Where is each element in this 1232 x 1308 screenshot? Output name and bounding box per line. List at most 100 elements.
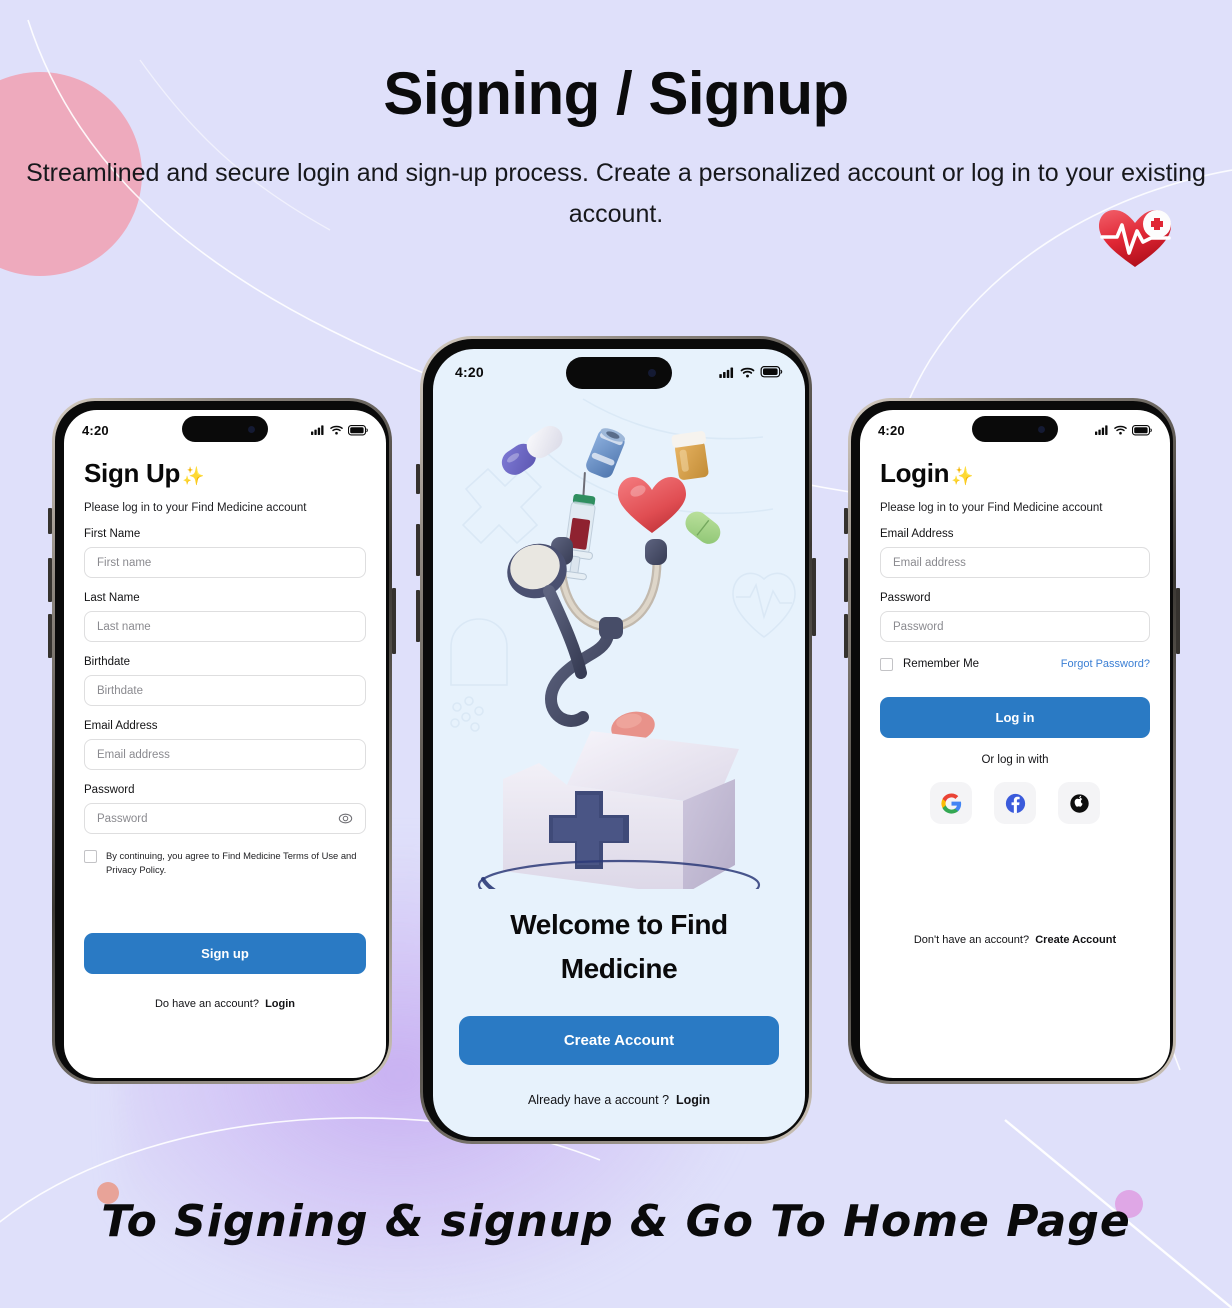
signup-subtitle: Please log in to your Find Medicine acco… (84, 502, 307, 514)
status-time: 4:20 (82, 422, 109, 438)
medical-kit-illustration (450, 398, 796, 889)
mute-switch[interactable] (48, 508, 52, 534)
birthdate-input[interactable]: Birthdate (84, 675, 366, 706)
email-label: Email Address (84, 720, 158, 732)
dynamic-island (182, 416, 268, 442)
power-button[interactable] (812, 558, 816, 636)
facebook-login-button[interactable] (994, 782, 1036, 824)
password-placeholder: Password (97, 812, 148, 825)
mute-switch[interactable] (416, 464, 420, 494)
google-login-button[interactable] (930, 782, 972, 824)
volume-down-button[interactable] (416, 590, 420, 642)
wifi-icon (740, 367, 755, 377)
birthdate-placeholder: Birthdate (97, 684, 144, 697)
eye-icon[interactable] (338, 811, 353, 826)
last-name-input[interactable]: Last name (84, 611, 366, 642)
welcome-footer-prompt: Already have a account ? (527, 1093, 670, 1107)
create-account-button[interactable]: Create Account (459, 1016, 779, 1065)
welcome-footer-note: Already have a account ? Login (459, 1093, 779, 1107)
signup-screen: 4:20 Sign Up ✨ Please log in to your Fin… (64, 410, 386, 1078)
login-title-text: Login (880, 458, 950, 488)
battery-icon (760, 366, 783, 378)
last-name-label: Last Name (84, 592, 140, 604)
login-title: Login ✨ (880, 458, 1150, 489)
remember-me-label: Remember Me (903, 658, 980, 670)
sparkles-icon: ✨ (182, 466, 205, 486)
login-email-input[interactable]: Email address (880, 547, 1150, 578)
welcome-title: Welcome to Find Medicine (510, 909, 728, 984)
google-icon (940, 792, 961, 814)
phone-device-login: 4:20 Login ✨ Please log in to your Find … (844, 398, 1180, 1084)
volume-down-button[interactable] (844, 614, 848, 658)
welcome-footer-login-link[interactable]: Login (676, 1093, 710, 1107)
apple-icon (1069, 793, 1089, 813)
status-time: 4:20 (878, 422, 905, 438)
signup-footer-prompt: Do have an account? (154, 998, 259, 1011)
remember-me-control[interactable]: Remember Me (880, 657, 979, 671)
power-button[interactable] (1176, 588, 1180, 654)
signup-footer-login-link[interactable]: Login (265, 998, 295, 1010)
status-icons (311, 424, 368, 436)
first-name-label: First Name (84, 528, 141, 540)
heart-pulse-logo (1093, 205, 1179, 271)
last-name-placeholder: Last name (97, 620, 151, 633)
battery-icon (1132, 424, 1152, 435)
battery-icon (348, 424, 368, 435)
phone-device-welcome: 4:20 Welcome to Find Medicine Create Acc… (416, 336, 816, 1144)
phone-device-signup: 4:20 Sign Up ✨ Please log in to your Fin… (48, 398, 396, 1084)
password-input[interactable]: Password (84, 803, 366, 834)
login-screen: 4:20 Login ✨ Please log in to your Find … (860, 410, 1170, 1078)
cellular-icon (719, 366, 734, 378)
login-email-label: Email Address (880, 528, 954, 540)
front-camera-icon (1038, 425, 1045, 433)
email-placeholder: Email address (97, 748, 170, 761)
page-header: Signing / Signup Streamlined and secure … (0, 0, 1232, 235)
status-time: 4:20 (455, 364, 484, 380)
email-input[interactable]: Email address (84, 739, 366, 770)
remember-row: Remember Me Forgot Password? (880, 657, 1150, 671)
power-button[interactable] (392, 588, 396, 654)
social-login-row (880, 782, 1150, 824)
volume-up-button[interactable] (844, 558, 848, 602)
first-name-input[interactable]: First name (84, 547, 366, 578)
login-password-input[interactable]: Password (880, 611, 1150, 642)
front-camera-icon (248, 425, 255, 433)
login-footer-create-account-link[interactable]: Create Account (1035, 934, 1116, 946)
dynamic-island (566, 357, 672, 389)
login-password-label: Password (880, 592, 931, 604)
signup-title-text: Sign Up (84, 458, 181, 488)
apple-login-button[interactable] (1058, 782, 1100, 824)
or-login-with-label: Or log in with (981, 754, 1049, 766)
volume-up-button[interactable] (416, 524, 420, 576)
welcome-screen: 4:20 Welcome to Find Medicine Create Acc… (433, 349, 805, 1137)
status-bar: 4:20 (860, 410, 1170, 450)
volume-up-button[interactable] (48, 558, 52, 602)
login-subtitle: Please log in to your Find Medicine acco… (880, 502, 1103, 514)
mute-switch[interactable] (844, 508, 848, 534)
signup-form: Sign Up ✨ Please log in to your Find Med… (64, 450, 386, 1010)
dynamic-island (972, 416, 1058, 442)
status-icons (719, 366, 783, 378)
wifi-icon (330, 425, 343, 435)
facebook-icon (1005, 793, 1025, 813)
cellular-icon (311, 425, 324, 435)
login-password-placeholder: Password (893, 620, 944, 633)
forgot-password-link[interactable]: Forgot Password? (1061, 658, 1150, 670)
terms-row[interactable]: By continuing, you agree to Find Medicin… (84, 849, 366, 877)
footer-caption: To Signing & signup & Go To Home Page (101, 1196, 1131, 1247)
terms-checkbox[interactable] (84, 850, 97, 863)
login-submit-button[interactable]: Log in (880, 697, 1150, 738)
terms-text: By continuing, you agree to Find Medicin… (106, 850, 357, 876)
volume-down-button[interactable] (48, 614, 52, 658)
status-bar: 4:20 (433, 349, 805, 395)
signup-submit-button[interactable]: Sign up (84, 933, 366, 975)
remember-me-checkbox[interactable] (880, 658, 893, 671)
first-name-placeholder: First name (97, 556, 152, 569)
status-bar: 4:20 (64, 410, 386, 450)
status-icons (1095, 424, 1152, 436)
login-email-placeholder: Email address (893, 556, 966, 569)
password-label: Password (84, 784, 135, 796)
login-footer-note: Don't have an account? Create Account (880, 934, 1150, 946)
wifi-icon (1114, 425, 1127, 435)
welcome-illustration-area (433, 395, 805, 903)
